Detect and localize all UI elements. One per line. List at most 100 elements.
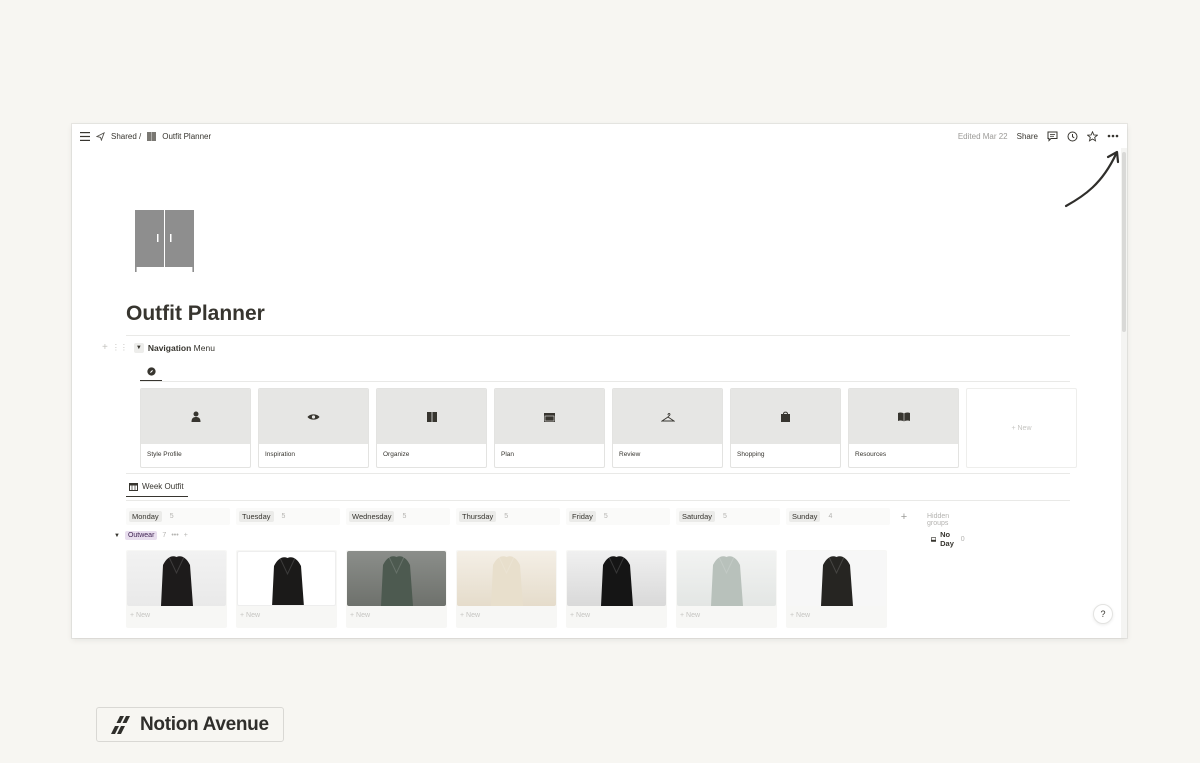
column-header-monday[interactable]: Monday 5 xyxy=(126,508,230,525)
wardrobe-page-icon[interactable] xyxy=(134,210,196,277)
board-card[interactable]: + New xyxy=(456,550,557,628)
outfit-image xyxy=(567,551,666,606)
column-name: Sunday xyxy=(789,511,821,522)
column-header-friday[interactable]: Friday 5 xyxy=(566,508,670,525)
no-day-count: 0 xyxy=(960,535,965,543)
bag-icon xyxy=(781,411,790,422)
nav-card-review[interactable]: Review xyxy=(612,388,723,468)
brand-name: Notion Avenue xyxy=(140,713,269,735)
new-item-button[interactable]: + New xyxy=(236,607,337,624)
column-count: 5 xyxy=(603,513,608,520)
column-count: 5 xyxy=(281,513,286,520)
column-count: 4 xyxy=(828,513,833,520)
navigation-toggle[interactable]: + ⋮⋮ ▼ Navigation Menu xyxy=(102,342,215,353)
card-label: Style Profile xyxy=(147,451,182,458)
column-name: Thursday xyxy=(459,511,497,522)
column-header-saturday[interactable]: Saturday 5 xyxy=(676,508,780,525)
nav-card-style-profile[interactable]: Style Profile xyxy=(140,388,251,468)
new-card-label: + New xyxy=(1011,424,1032,432)
column-count: 5 xyxy=(402,513,407,520)
board-card[interactable]: + New xyxy=(676,550,777,628)
nav-card-resources[interactable]: Resources xyxy=(848,388,959,468)
add-group-button[interactable]: + xyxy=(896,508,912,525)
compass-icon xyxy=(146,367,156,376)
column-name: Saturday xyxy=(679,511,716,522)
drag-handle-icon[interactable]: ⋮⋮ xyxy=(112,343,128,352)
edited-label: Edited Mar 22 xyxy=(957,131,1008,141)
triangle-down-icon[interactable]: ▼ xyxy=(114,533,120,539)
divider xyxy=(126,500,1070,501)
view-tab-label: Week Outfit xyxy=(142,482,184,491)
outfit-image xyxy=(787,551,886,606)
add-block-icon[interactable]: + xyxy=(102,342,108,353)
board-card[interactable]: + New xyxy=(566,550,667,628)
add-icon[interactable]: + xyxy=(184,532,188,539)
card-label: Plan xyxy=(501,451,515,458)
column-header-wednesday[interactable]: Wednesday 5 xyxy=(346,508,450,525)
scrollbar[interactable] xyxy=(1121,148,1127,638)
more-icon[interactable] xyxy=(1107,134,1119,138)
nav-card-organize[interactable]: Organize xyxy=(376,388,487,468)
page-title[interactable]: Outfit Planner xyxy=(126,302,265,326)
board-card[interactable]: + New xyxy=(786,550,887,628)
column-name: Friday xyxy=(569,511,596,522)
column-name: Tuesday xyxy=(239,511,274,522)
hanger-icon xyxy=(660,412,675,422)
card-cover xyxy=(141,389,250,444)
nav-card-plan[interactable]: Plan xyxy=(494,388,605,468)
new-card-button[interactable]: + New xyxy=(966,388,1077,468)
card-cover xyxy=(731,389,840,444)
divider xyxy=(126,473,1070,474)
comment-icon[interactable] xyxy=(1047,131,1058,142)
share-button[interactable]: Share xyxy=(1017,132,1038,141)
outfit-image xyxy=(127,551,226,606)
paper-plane-icon xyxy=(96,131,105,141)
outfit-image xyxy=(677,551,776,606)
column-header-sunday[interactable]: Sunday 4 xyxy=(786,508,890,525)
new-item-button[interactable]: + New xyxy=(676,607,777,624)
outfit-image xyxy=(347,551,446,606)
star-icon[interactable] xyxy=(1087,130,1098,142)
card-cover xyxy=(377,389,486,444)
column-header-thursday[interactable]: Thursday 5 xyxy=(456,508,560,525)
navigation-label-bold: Navigation xyxy=(147,342,192,353)
compass-tab[interactable] xyxy=(140,363,162,381)
column-count: 5 xyxy=(169,513,174,520)
no-day-label: No Day xyxy=(940,530,954,548)
wardrobe-icon xyxy=(426,411,437,422)
column-header-tuesday[interactable]: Tuesday 5 xyxy=(236,508,340,525)
new-item-button[interactable]: + New xyxy=(456,607,557,624)
group-tag: Outwear xyxy=(124,531,158,540)
board-card[interactable]: + New xyxy=(126,550,227,628)
clock-icon[interactable] xyxy=(1067,131,1078,142)
column-count: 5 xyxy=(504,513,509,520)
book-icon xyxy=(897,411,910,422)
nav-card-shopping[interactable]: Shopping xyxy=(730,388,841,468)
calendar-icon xyxy=(129,483,138,491)
new-item-button[interactable]: + New xyxy=(786,607,887,624)
help-button[interactable]: ? xyxy=(1093,604,1113,624)
breadcrumb-shared[interactable]: Shared / xyxy=(111,132,141,141)
group-outwear[interactable]: ▼ Outwear 7 ••• + xyxy=(114,531,188,540)
triangle-down-icon[interactable]: ▼ xyxy=(133,342,144,353)
breadcrumb-page[interactable]: Outfit Planner xyxy=(162,132,211,141)
board-card[interactable]: + New xyxy=(236,550,337,628)
new-item-button[interactable]: + New xyxy=(346,607,447,624)
more-icon[interactable]: ••• xyxy=(171,532,178,539)
eye-icon xyxy=(307,413,320,421)
new-item-button[interactable]: + New xyxy=(566,607,667,624)
notion-avenue-logo-icon xyxy=(110,715,130,734)
inbox-icon xyxy=(931,536,937,542)
card-label: Organize xyxy=(383,451,410,458)
tab-week-outfit[interactable]: Week Outfit xyxy=(126,482,188,497)
card-cover xyxy=(259,389,368,444)
card-label: Resources xyxy=(855,451,887,458)
hidden-group-no-day[interactable]: No Day 0 xyxy=(931,530,965,548)
column-name: Monday xyxy=(129,511,162,522)
navigation-label-rest: Menu xyxy=(193,342,215,353)
nav-card-inspiration[interactable]: Inspiration xyxy=(258,388,369,468)
board-card[interactable]: + New xyxy=(346,550,447,628)
new-item-button[interactable]: + New xyxy=(126,607,227,624)
navigation-gallery: Style Profile Inspiration Organize Plan Revi… xyxy=(140,388,1077,468)
menu-icon[interactable] xyxy=(80,131,90,141)
